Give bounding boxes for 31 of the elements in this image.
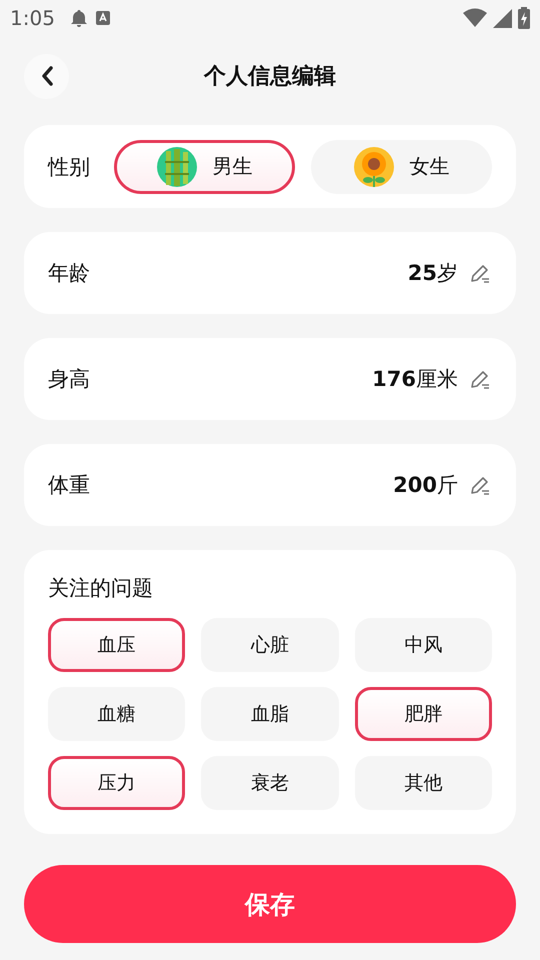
notification-icon [94,10,111,26]
save-button[interactable]: 保存 [24,865,516,943]
battery-icon [518,7,530,29]
chevron-left-icon [40,65,54,87]
status-time: 1:05 [10,6,55,30]
bell-icon [68,8,89,28]
concern-chip[interactable]: 血压 [48,618,186,672]
concern-chip[interactable]: 中风 [354,618,492,672]
concern-chip[interactable]: 衰老 [201,756,339,810]
gender-option[interactable]: 男生 [114,140,295,194]
field-value: 25岁 [408,260,458,287]
sunflower-icon [354,146,394,186]
concern-chip[interactable]: 压力 [48,756,186,810]
concerns-title: 关注的问题 [48,575,153,602]
field-value: 200斤 [393,472,458,499]
field-value: 176厘米 [372,366,458,393]
concern-chip[interactable]: 血脂 [201,687,339,741]
field-label: 体重 [48,472,90,499]
concern-chip[interactable]: 其他 [354,756,492,810]
field-label: 年龄 [48,260,90,287]
gender-option[interactable]: 女生 [311,140,492,194]
back-button[interactable] [24,54,69,98]
wifi-icon [463,8,487,28]
gender-label: 性别 [48,154,90,180]
page-title: 个人信息编辑 [204,64,336,89]
concern-chip[interactable]: 肥胖 [354,687,492,741]
field-label: 身高 [48,366,90,393]
concern-chip[interactable]: 血糖 [48,687,186,741]
bamboo-icon [156,146,196,186]
concern-chip[interactable]: 心脏 [201,618,339,672]
signal-icon [493,8,512,28]
